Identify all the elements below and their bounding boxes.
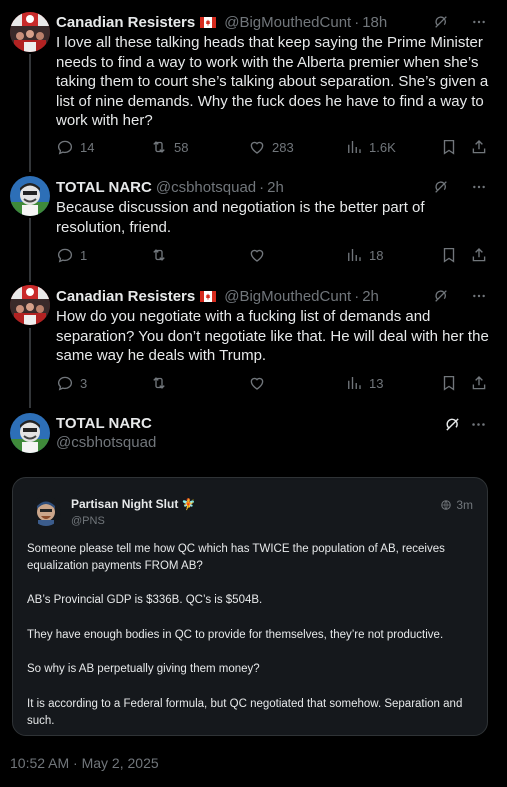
more-icon[interactable] — [470, 416, 487, 433]
reply-count: 14 — [80, 139, 95, 155]
quoted-avatar[interactable] — [31, 496, 61, 526]
repost-button[interactable] — [150, 245, 174, 265]
separator-dot: · — [259, 178, 265, 196]
repost-icon — [150, 138, 168, 156]
separator-dot: · — [354, 287, 360, 305]
avatar[interactable] — [10, 12, 50, 52]
tweet-text: I love all these talking heads that keep… — [56, 34, 489, 129]
tweet-text: How do you negotiate with a fucking list… — [56, 308, 489, 364]
grok-icon[interactable] — [433, 179, 449, 195]
avatar[interactable] — [10, 176, 50, 216]
emoji-icon: 🧚 — [181, 499, 196, 511]
share-icon — [470, 138, 488, 156]
tweet-time[interactable]: 2h — [362, 288, 379, 305]
avatar[interactable] — [10, 285, 50, 325]
repost-icon — [150, 374, 168, 392]
views-count: 18 — [369, 247, 384, 263]
tweet-header: Canadian Resisters @BigMouthedCunt · 2h — [56, 286, 495, 306]
views-button[interactable]: 1.6K — [345, 137, 396, 157]
reply-icon — [56, 138, 74, 156]
separator-dot: · — [354, 13, 360, 31]
flag-icon — [200, 17, 216, 28]
reply-count: 3 — [80, 375, 88, 391]
action-bar: 14 58 283 1.6K — [56, 137, 495, 157]
quoted-paragraph: Someone please tell me how QC which has … — [27, 543, 445, 572]
main-author-name[interactable]: TOTAL NARC — [56, 415, 152, 432]
quoted-author-handle[interactable]: @PNS — [71, 515, 105, 527]
reply-tweet[interactable]: Canadian Resisters @BigMouthedCunt · 18h… — [0, 0, 507, 170]
share-icon — [470, 374, 488, 392]
repost-button[interactable]: 58 — [150, 137, 188, 157]
quoted-time-text: 3m — [456, 498, 473, 512]
grok-icon[interactable] — [433, 14, 449, 30]
main-author-handle[interactable]: @csbhotsquad — [56, 434, 156, 451]
author-name[interactable]: Canadian Resisters — [56, 288, 195, 305]
views-button[interactable]: 13 — [345, 373, 383, 393]
quoted-paragraph: So why is AB perpetually giving them mon… — [27, 663, 260, 675]
like-icon — [248, 374, 266, 392]
repost-count: 58 — [174, 139, 189, 155]
tweet-timestamp[interactable]: 10:52 AM · May 2, 2025 — [10, 755, 159, 771]
views-icon — [345, 138, 363, 156]
views-count: 13 — [369, 375, 384, 391]
views-button[interactable]: 18 — [345, 245, 383, 265]
like-button[interactable] — [248, 245, 272, 265]
quoted-paragraph: They have enough bodies in QC to provide… — [27, 629, 444, 641]
author-handle[interactable]: @csbhotsquad — [156, 179, 256, 196]
share-button[interactable] — [470, 245, 494, 265]
reply-button[interactable]: 14 — [56, 137, 94, 157]
bookmark-button[interactable] — [440, 245, 464, 265]
bookmark-button[interactable] — [440, 373, 464, 393]
like-button[interactable] — [248, 373, 272, 393]
quoted-tweet-card[interactable]: Partisan Night Slut 🧚 @PNS 3m Someone pl… — [12, 477, 488, 736]
more-icon[interactable] — [471, 14, 487, 30]
reply-button[interactable]: 1 — [56, 245, 87, 265]
author-name[interactable]: TOTAL NARC — [56, 179, 152, 196]
grok-icon[interactable] — [433, 288, 449, 304]
author-handle[interactable]: @BigMouthedCunt — [224, 288, 351, 305]
reply-button[interactable]: 3 — [56, 373, 87, 393]
reply-icon — [56, 374, 74, 392]
like-button[interactable]: 283 — [248, 137, 294, 157]
tweet-header: Canadian Resisters @BigMouthedCunt · 18h — [56, 12, 495, 32]
like-icon — [248, 246, 266, 264]
reply-icon — [56, 246, 74, 264]
action-bar: 1 18 — [56, 245, 495, 265]
more-icon[interactable] — [471, 179, 487, 195]
share-button[interactable] — [470, 373, 494, 393]
like-icon — [248, 138, 266, 156]
quoted-paragraph: It is according to a Federal formula, bu… — [27, 698, 463, 727]
action-bar: 3 13 — [56, 373, 495, 393]
tweet-time[interactable]: 18h — [362, 14, 387, 31]
avatar[interactable] — [10, 413, 50, 453]
repost-icon — [150, 246, 168, 264]
flag-icon — [200, 291, 216, 302]
bookmark-icon — [440, 246, 458, 264]
quoted-author-name[interactable]: Partisan Night Slut 🧚 — [71, 497, 195, 511]
author-handle[interactable]: @BigMouthedCunt — [224, 14, 351, 31]
share-button[interactable] — [470, 137, 494, 157]
views-count: 1.6K — [369, 139, 396, 155]
quoted-paragraph: AB’s Provincial GDP is $336B. QC’s is $5… — [27, 594, 263, 606]
more-icon[interactable] — [471, 288, 487, 304]
tweet-header: TOTAL NARC @csbhotsquad · 2h — [56, 177, 495, 197]
quoted-time: 3m — [440, 498, 473, 512]
reply-count: 1 — [80, 247, 88, 263]
globe-icon — [440, 499, 452, 511]
tweet-time[interactable]: 2h — [267, 179, 284, 196]
repost-button[interactable] — [150, 373, 174, 393]
grok-icon[interactable] — [444, 416, 461, 433]
bookmark-icon — [440, 138, 458, 156]
bookmark-icon — [440, 374, 458, 392]
views-icon — [345, 374, 363, 392]
like-count: 283 — [272, 139, 294, 155]
author-name[interactable]: Canadian Resisters — [56, 14, 195, 31]
views-icon — [345, 246, 363, 264]
tweet-text: Because discussion and negotiation is th… — [56, 199, 425, 236]
reply-tweet[interactable]: Canadian Resisters @BigMouthedCunt · 2h … — [0, 275, 507, 401]
share-icon — [470, 246, 488, 264]
reply-tweet[interactable]: TOTAL NARC @csbhotsquad · 2h Because dis… — [0, 166, 507, 274]
bookmark-button[interactable] — [440, 137, 464, 157]
